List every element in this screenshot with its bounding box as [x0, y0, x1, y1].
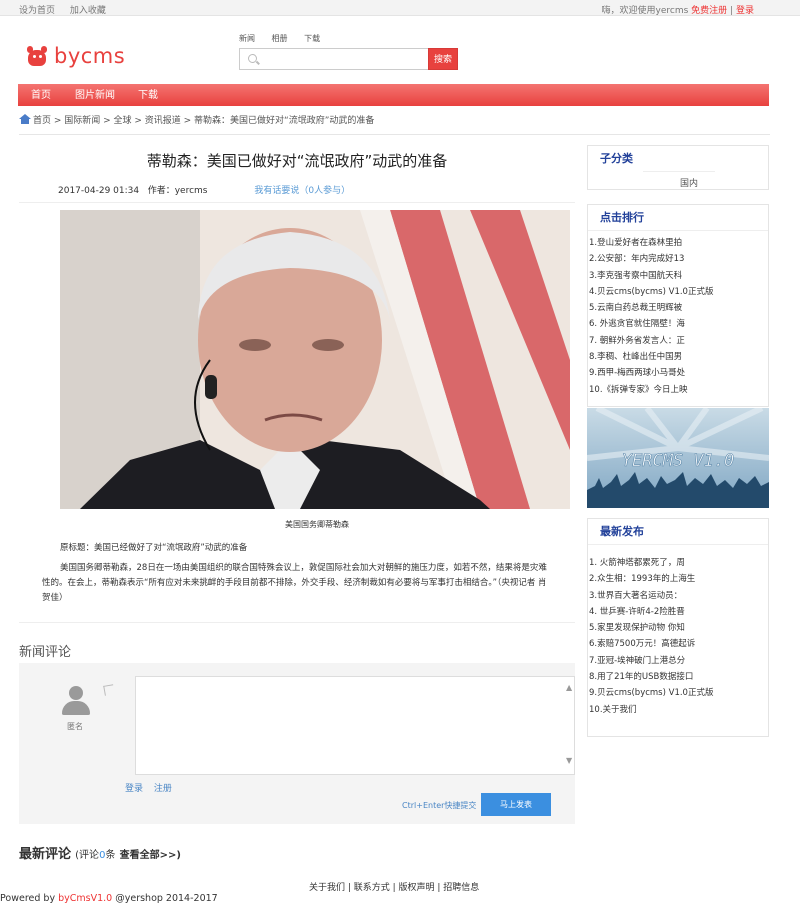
list-item[interactable]: 6. 外逃贪官就住隔壁！海 [589, 316, 768, 332]
subcategory-title: 子分类 [600, 152, 633, 165]
list-item[interactable]: 2.公安部：年内完成好13 [589, 251, 768, 267]
search-button[interactable]: 搜索 [428, 48, 458, 70]
add-favorite-link[interactable]: 加入收藏 [70, 6, 106, 16]
article-author: 作者：yercms [147, 186, 208, 196]
home-icon[interactable] [19, 114, 31, 124]
click-rank-list: 1.登山爱好者在森林里拍 2.公安部：年内完成好13 3.李克强考察中国航天科 … [588, 231, 768, 398]
comment-login-link[interactable]: 登录 [125, 784, 143, 794]
sidebar-subcategory: 子分类 国内 [587, 145, 769, 190]
nav-item-photo-news[interactable]: 图片新闻 [75, 84, 115, 108]
pointer-arrow-icon [103, 684, 115, 696]
comment-auth-links: 登录 注册 [125, 781, 172, 794]
latest-comments-header: 最新评论 (评论0条 查看全部>>) [19, 843, 181, 862]
article-meta: 2017-04-29 01:34 作者：yercms 我有话要说（0人参与） [58, 183, 350, 196]
list-item[interactable]: 6.索赔7500万元！高德起诉 [589, 636, 768, 652]
list-item[interactable]: 10.关于我们 [589, 702, 768, 718]
powered-suffix: @yershop 2014-2017 [112, 893, 218, 904]
search-tab-download[interactable]: 下载 [304, 34, 320, 43]
logo-text: bycms [54, 44, 126, 68]
subcategory-item[interactable]: 国内 [680, 176, 698, 189]
sidebar-click-rank: 点击排行 1.登山爱好者在森林里拍 2.公安部：年内完成好13 3.李克强考察中… [587, 204, 769, 407]
article-comment-link[interactable]: 我有话要说（0人参与） [254, 186, 350, 196]
search-tabs: 新闻 相册 下载 [239, 33, 334, 44]
list-item[interactable]: 7.亚冠-埃神破门上港总分 [589, 653, 768, 669]
article-paragraph-2: 美国国务卿蒂勒森，28日在一场由美国组织的联合国特殊会议上，敦促国际社会加大对朝… [42, 563, 547, 603]
list-item[interactable]: 5.家里发现保护动物 你知 [589, 620, 768, 636]
site-logo[interactable]: bycms [26, 43, 125, 69]
powered-by: Powered by byCmsV1.0 @yershop 2014-2017 [0, 893, 218, 904]
article-end-divider [19, 622, 575, 623]
view-all-comments-link[interactable]: 查看全部>>) [120, 850, 181, 861]
comment-textarea[interactable] [135, 676, 575, 775]
list-item[interactable]: 8.用了21年的USB数据接口 [589, 669, 768, 685]
latest-posts-list: 1. 火箭神塔都累死了，周 2.众生相：1993年的上海生 3.世界百大著名运动… [588, 545, 768, 718]
login-link[interactable]: 登录 [736, 6, 754, 16]
list-item[interactable]: 5.云南白药总裁王明辉被 [589, 300, 768, 316]
list-item[interactable]: 8.李稠、杜峰出任中国男 [589, 349, 768, 365]
welcome-text: 嗨，欢迎使用yercms [601, 6, 689, 16]
search-tab-news[interactable]: 新闻 [239, 34, 255, 43]
article-datetime: 2017-04-29 01:34 [58, 186, 140, 196]
footer-links[interactable]: 关于我们 | 联系方式 | 版权声明 | 招聘信息 [309, 880, 479, 893]
list-item[interactable]: 3.世界百大著名运动员： [589, 588, 768, 604]
sidebar-banner[interactable]: YERCMS V1.0 [587, 408, 769, 508]
comment-register-link[interactable]: 注册 [154, 784, 172, 794]
scroll-down-icon[interactable]: ▼ [566, 756, 572, 765]
comment-submit-button[interactable]: 马上发表 [481, 793, 551, 816]
banner-text: YERCMS V1.0 [622, 451, 735, 471]
powered-brand[interactable]: byCmsV1.0 [58, 893, 112, 904]
subcategory-divider [643, 171, 715, 172]
list-item[interactable]: 3.李克强考察中国航天科 [589, 268, 768, 284]
powered-prefix: Powered by [0, 893, 59, 904]
banner-graphic: YERCMS V1.0 [587, 408, 769, 508]
latest-count-prefix: (评论 [75, 850, 100, 861]
list-item[interactable]: 4. 世乒赛-许昕4-2险胜晋 [589, 604, 768, 620]
list-item[interactable]: 1.登山爱好者在森林里拍 [589, 235, 768, 251]
click-rank-title: 点击排行 [588, 205, 768, 231]
list-item[interactable]: 9.贝云cms(bycms) V1.0正式版 [589, 685, 768, 701]
nav-item-home[interactable]: 首页 [31, 84, 51, 108]
top-separator: | [730, 6, 734, 16]
list-item[interactable]: 9.西甲-梅西两球小马哥处 [589, 365, 768, 381]
latest-posts-title: 最新发布 [588, 519, 768, 545]
list-item[interactable]: 7. 朝鲜外务省发言人：正 [589, 333, 768, 349]
photo-caption: 美国国务卿蒂勒森 [285, 520, 349, 529]
search-icon [248, 54, 257, 63]
list-item[interactable]: 10.《拆弹专家》今日上映 [589, 382, 768, 398]
list-item[interactable]: 1. 火箭神塔都累死了，周 [589, 555, 768, 571]
top-bar-right: 嗨，欢迎使用yercms 免费注册 | 登录 [602, 3, 754, 16]
article-photo [60, 210, 570, 509]
main-nav: 首页 图片新闻 下载 [18, 84, 769, 106]
avatar-label: 匿名 [67, 722, 83, 731]
article-paragraph-1: 原标题：美国已经做好了对“流氓政府”动武的准备 [60, 543, 248, 553]
avatar-icon [60, 686, 92, 718]
article-title: 蒂勒森：美国已做好对“流氓政府”动武的准备 [146, 152, 448, 170]
comment-shortcut-hint: Ctrl+Enter快捷提交 [402, 801, 477, 810]
list-item[interactable]: 4.贝云cms(bycms) V1.0正式版 [589, 284, 768, 300]
scroll-up-icon[interactable]: ▲ [566, 683, 572, 692]
search-input[interactable] [262, 51, 422, 67]
breadcrumb-text[interactable]: 首页 > 国际新闻 > 全球 > 资讯报道 > 蒂勒森：美国已做好对“流氓政府”… [33, 116, 374, 126]
top-bar-left: 设为首页 加入收藏 [19, 3, 106, 16]
logo-mascot-icon [26, 45, 48, 67]
top-bar: 设为首页 加入收藏 嗨，欢迎使用yercms 免费注册 | 登录 [0, 0, 800, 16]
nav-item-download[interactable]: 下载 [138, 84, 158, 108]
breadcrumb: 首页 > 国际新闻 > 全球 > 资讯报道 > 蒂勒森：美国已做好对“流氓政府”… [19, 113, 770, 135]
set-home-link[interactable]: 设为首页 [19, 6, 55, 16]
article-divider [19, 202, 575, 203]
latest-count-suffix: 条 [105, 850, 116, 861]
comment-form: 匿名 ▲ ▼ 登录 注册 Ctrl+Enter快捷提交 马上发表 [19, 663, 575, 824]
latest-comments-title: 最新评论 [19, 847, 72, 862]
photo-illustration [60, 210, 570, 509]
register-link[interactable]: 免费注册 [691, 6, 727, 16]
search-box [239, 48, 429, 70]
list-item[interactable]: 2.众生相：1993年的上海生 [589, 571, 768, 587]
sidebar-latest-posts: 最新发布 1. 火箭神塔都累死了，周 2.众生相：1993年的上海生 3.世界百… [587, 518, 769, 737]
news-comment-title: 新闻评论 [19, 645, 72, 660]
search-tab-album[interactable]: 相册 [272, 34, 288, 43]
